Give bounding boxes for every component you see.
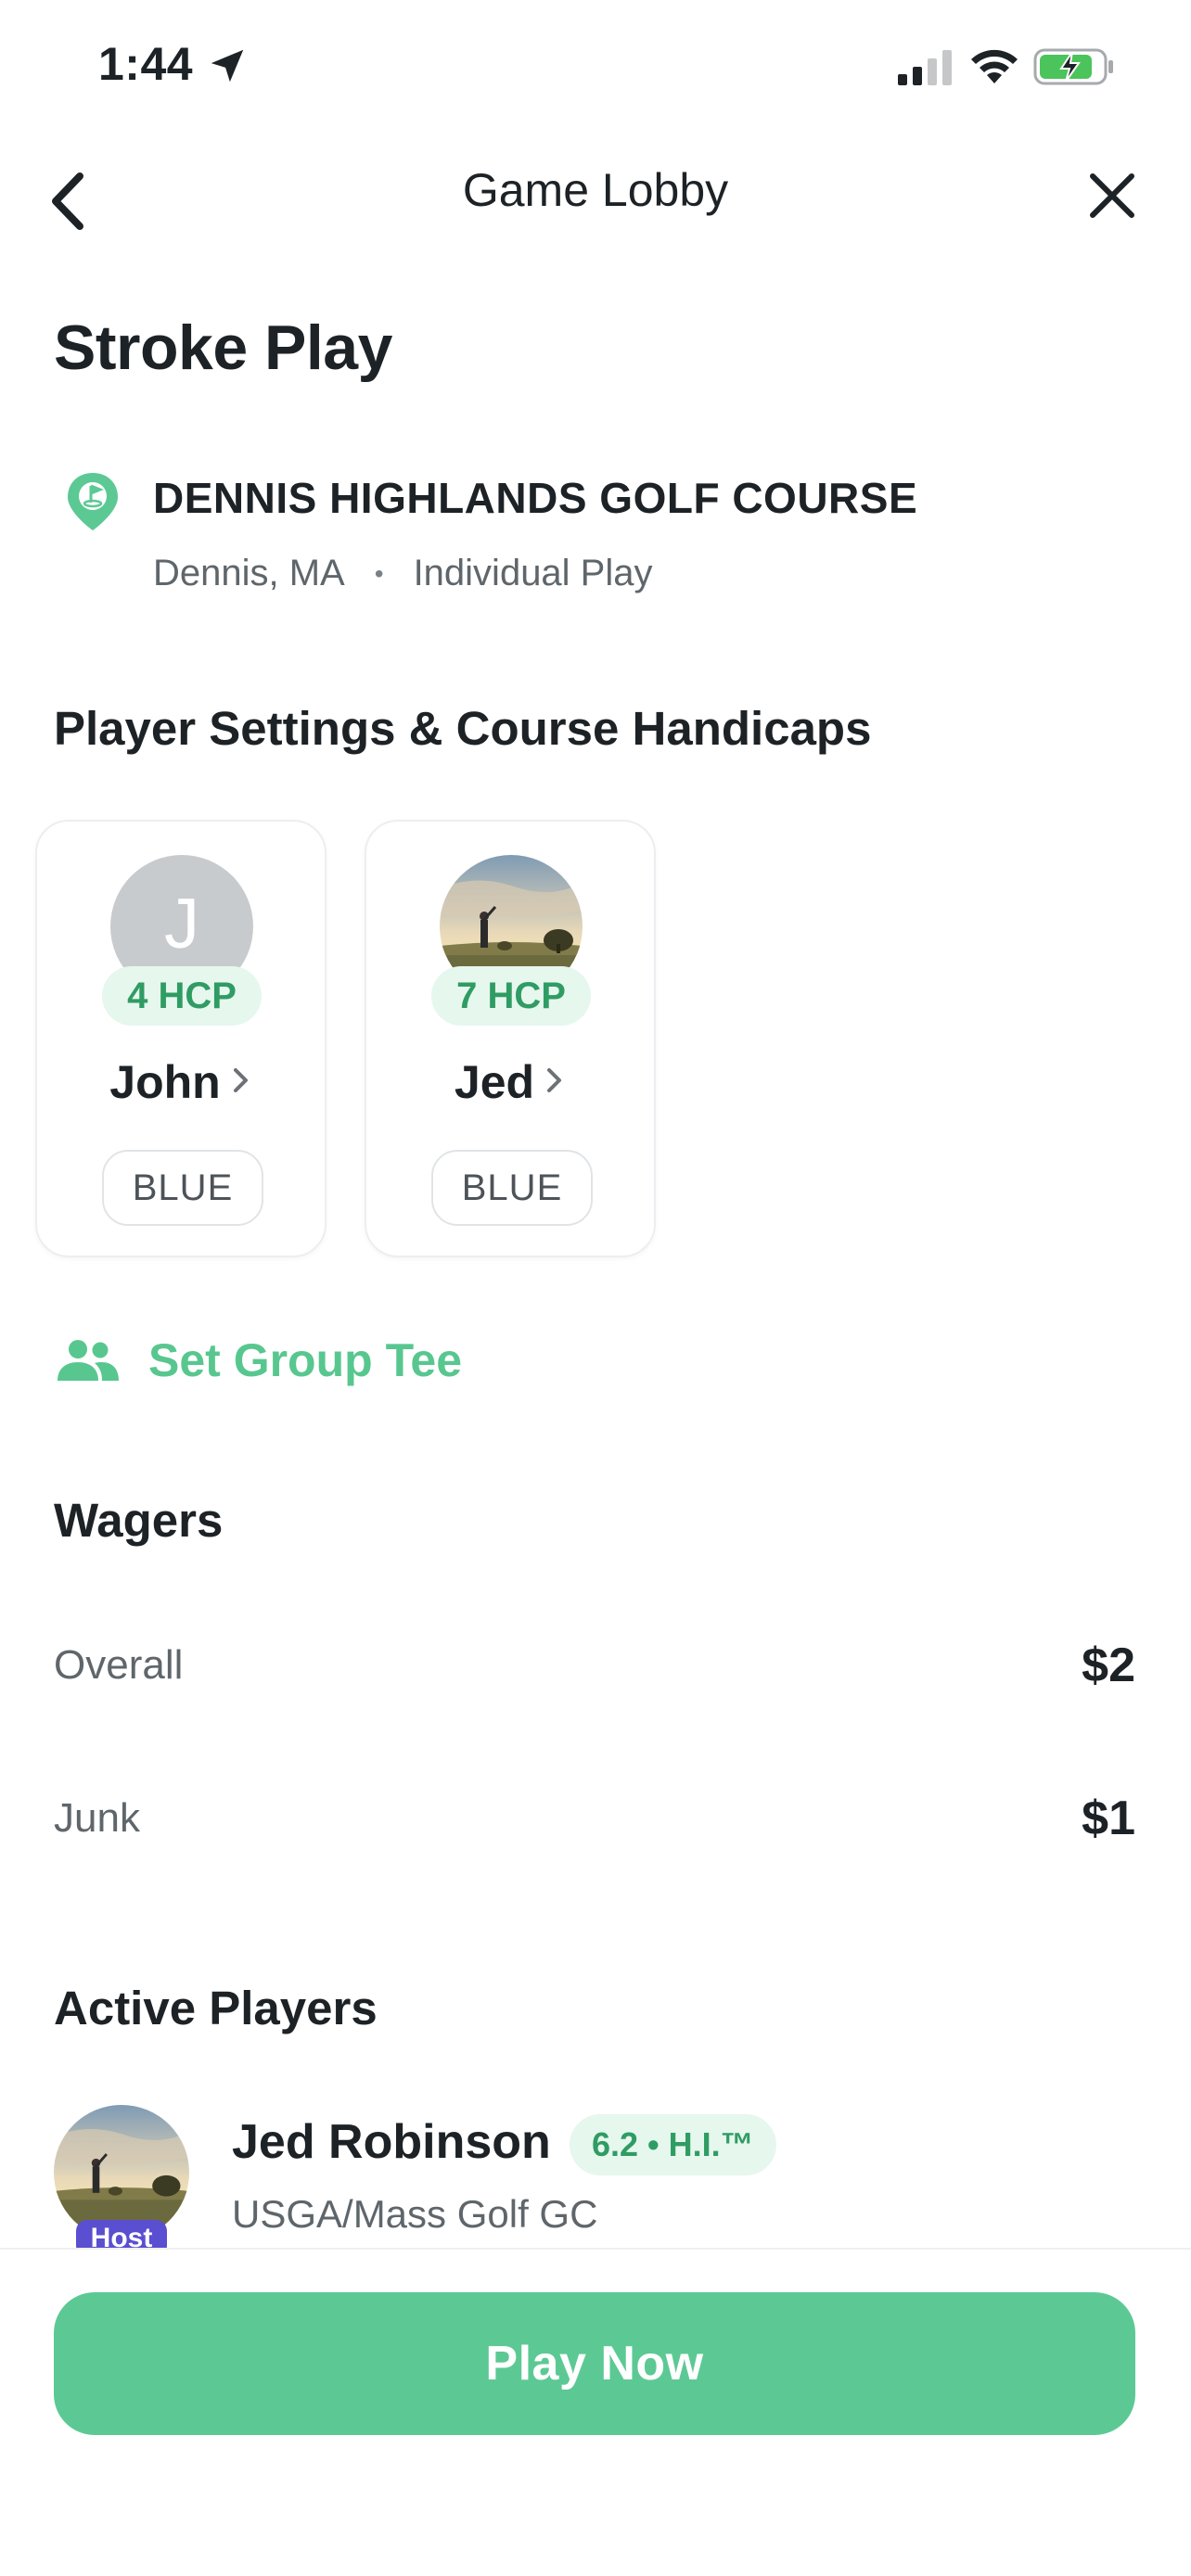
wager-label: Junk [54,1795,140,1841]
battery-charging-icon [1033,48,1113,85]
chevron-right-icon [547,1068,562,1092]
player-card-john[interactable]: J 4 HCP John BLUE [35,820,327,1257]
wager-value: $2 [1082,1639,1135,1692]
play-now-button[interactable]: Play Now [54,2292,1135,2435]
tee-selector[interactable]: BLUE [102,1150,263,1226]
wifi-icon [971,49,1018,83]
active-player-name: Jed Robinson [232,2115,551,2169]
active-players-title: Active Players [54,1982,378,2034]
bottom-action-bar: Play Now [0,2248,1191,2576]
player-settings-title: Player Settings & Course Handicaps [54,702,872,755]
status-bar: 1:44 [0,0,1191,130]
location-arrow-icon [211,49,244,83]
player-name[interactable]: Jed [366,1055,654,1109]
set-group-tee-label: Set Group Tee [148,1334,463,1386]
close-button[interactable] [1083,167,1141,224]
active-player-club: USGA/Mass Golf GC [232,2192,598,2236]
game-title: Stroke Play [54,312,392,383]
wager-row-junk[interactable]: Junk $1 [54,1791,1135,1846]
player-name-label: John [109,1056,221,1108]
meta-separator: • [374,558,384,588]
player-name-label: Jed [454,1056,535,1108]
course-name: DENNIS HIGHLANDS GOLF COURSE [153,474,918,522]
player-name[interactable]: John [37,1055,325,1109]
wager-value: $1 [1082,1792,1135,1845]
hcp-badge: 4 HCP [102,966,262,1026]
wager-row-overall[interactable]: Overall $2 [54,1638,1135,1693]
status-time: 1:44 [98,38,194,90]
wager-label: Overall [54,1642,184,1688]
player-card-jed[interactable]: 7 HCP Jed BLUE [365,820,656,1257]
group-users-icon [58,1340,119,1381]
handicap-index-badge: 6.2 • H.I.™ [570,2114,776,2175]
active-player-row[interactable]: Host Jed Robinson 6.2 • H.I.™ USGA/Mass … [54,2105,1139,2257]
chevron-right-icon [233,1068,248,1092]
hcp-badge: 7 HCP [431,966,591,1026]
play-type: Individual Play [413,553,653,593]
cellular-signal-icon [898,50,952,85]
set-group-tee-button[interactable]: Set Group Tee [54,1333,462,1387]
nav-title: Game Lobby [462,164,729,216]
wagers-title: Wagers [54,1494,224,1547]
course-meta: Dennis, MA • Individual Play [153,553,653,594]
course-location: Dennis, MA [153,553,345,593]
tee-selector[interactable]: BLUE [431,1150,593,1226]
golf-pin-icon [68,473,118,530]
